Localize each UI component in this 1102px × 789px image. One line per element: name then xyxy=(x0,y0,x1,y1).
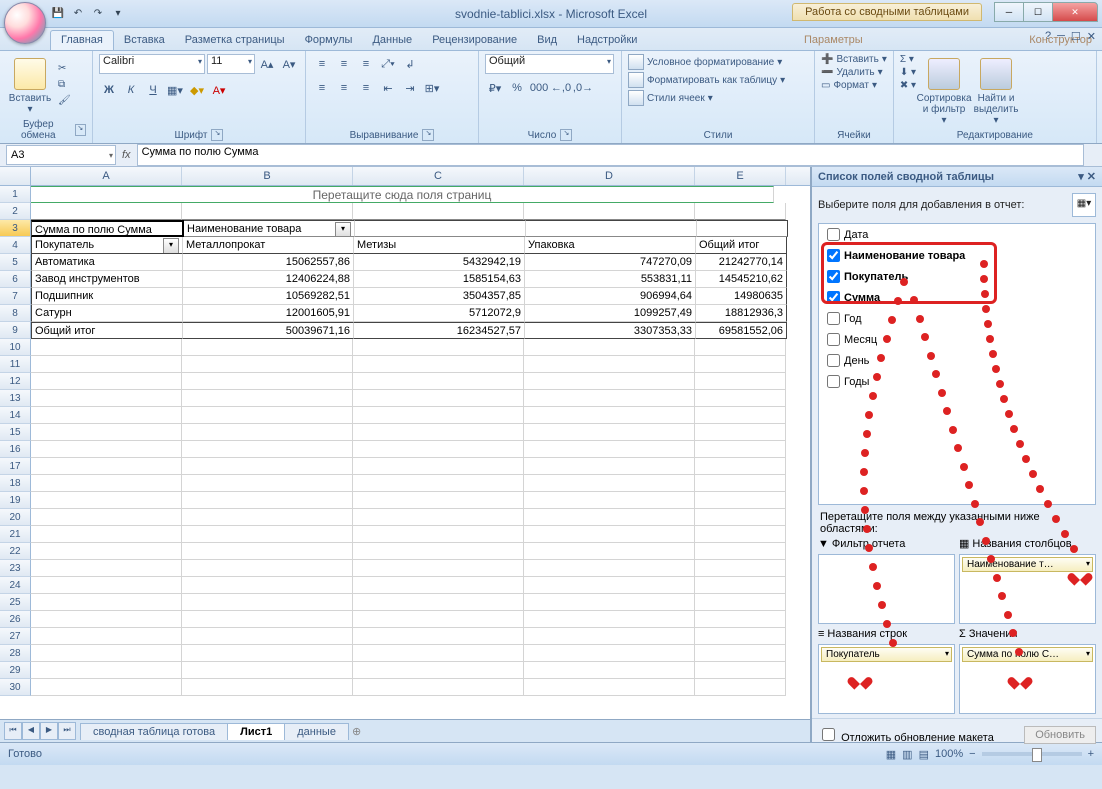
office-button[interactable] xyxy=(4,2,46,44)
annotation-arrows xyxy=(0,0,1102,789)
